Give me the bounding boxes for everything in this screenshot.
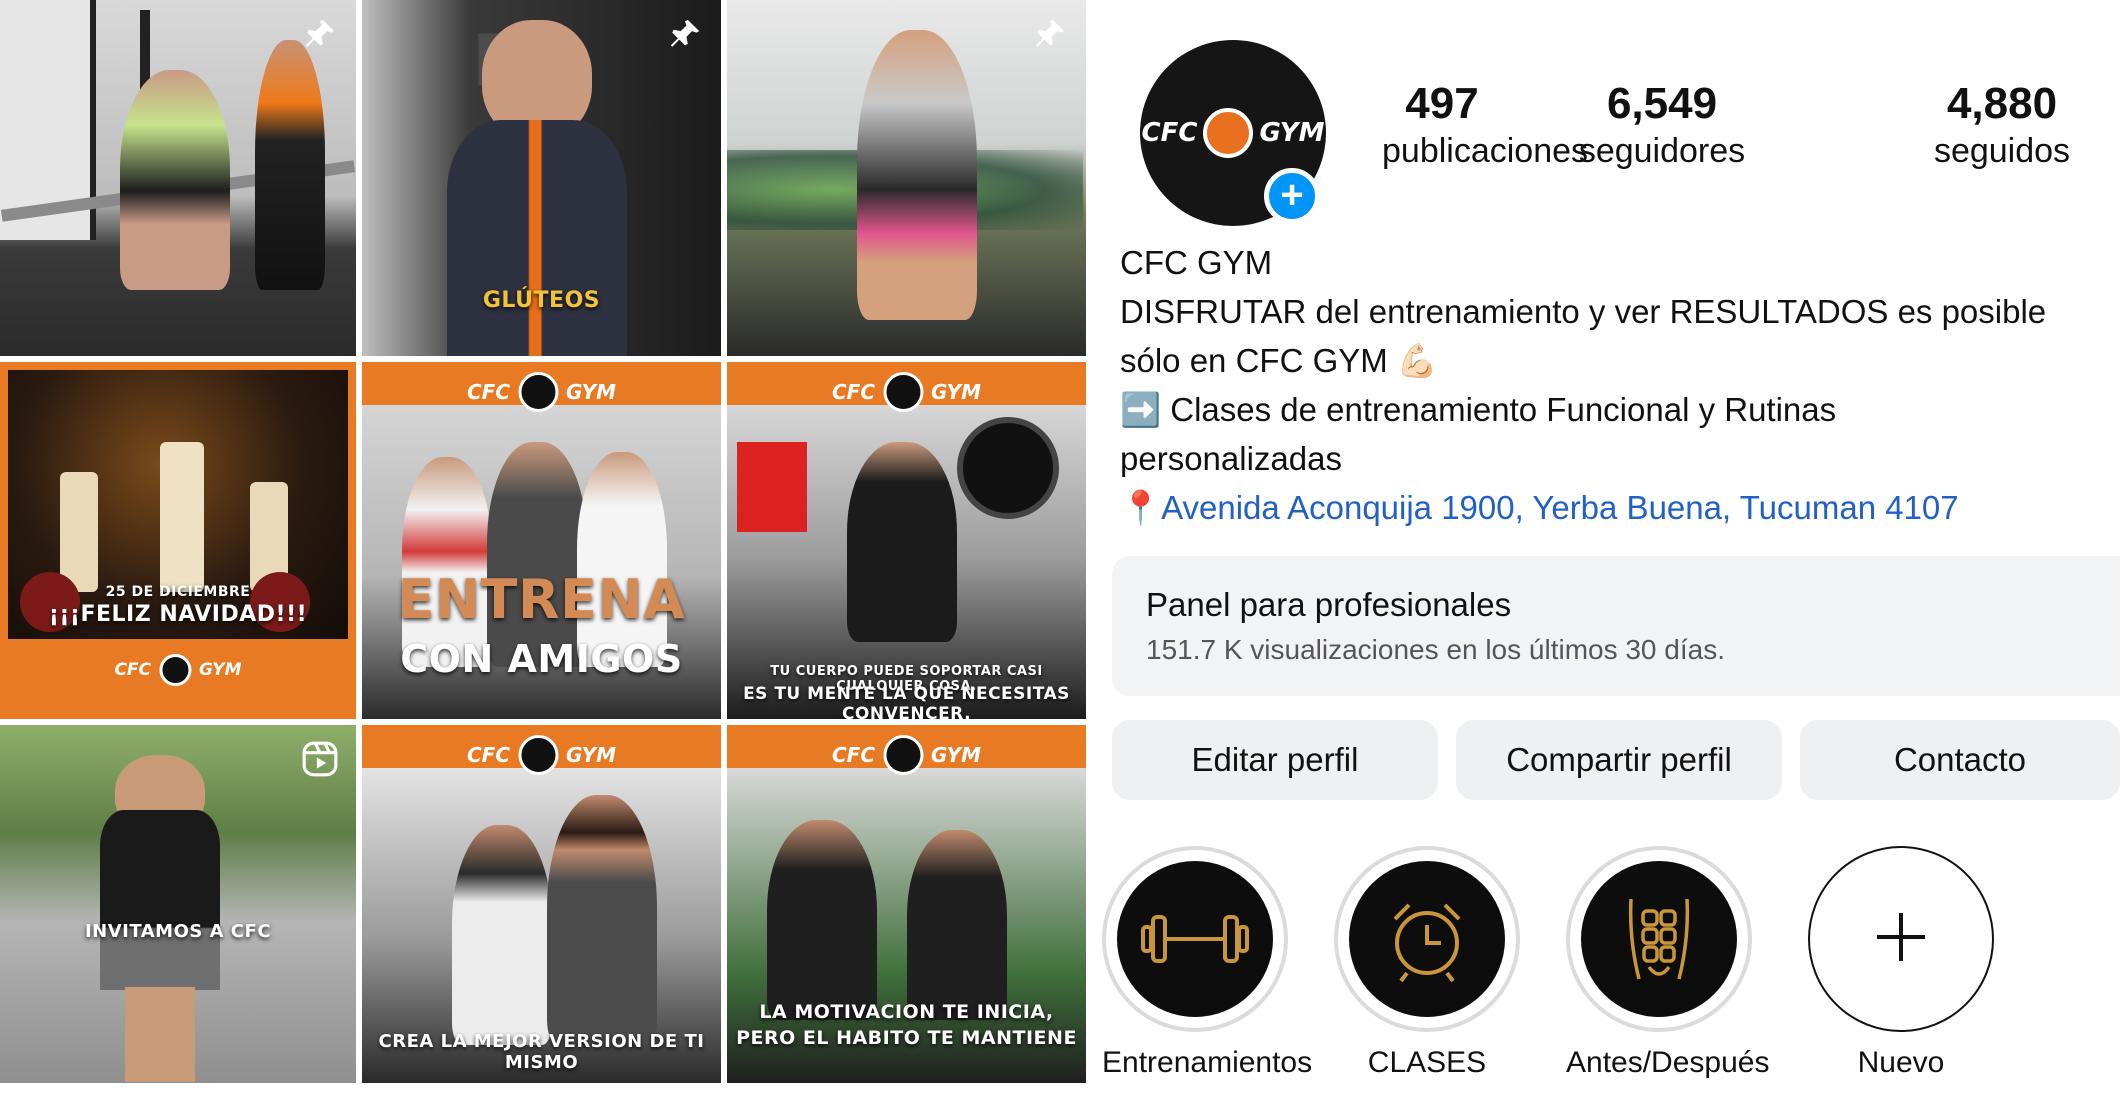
stat-posts-value: 497	[1405, 79, 1479, 128]
post-tile-3[interactable]	[727, 0, 1086, 356]
highlight-antes-despues[interactable]: Antes/Después	[1566, 846, 1770, 1080]
pin-icon	[300, 14, 340, 54]
professional-dashboard[interactable]: Panel para profesionales 151.7 K visuali…	[1112, 556, 2120, 696]
fist-icon	[1203, 108, 1254, 158]
bio: CFC GYM DISFRUTAR del entrenamiento y ve…	[1120, 238, 2110, 532]
profile-name: CFC GYM	[1120, 244, 1273, 281]
alarm-clock-icon	[1349, 861, 1505, 1017]
bio-line-1: DISFRUTAR del entrenamiento y ver RESULT…	[1120, 293, 2047, 330]
pin-location-icon: 📍	[1120, 489, 1162, 526]
bio-line-4: personalizadas	[1120, 440, 1342, 477]
post-6-logo: CFC GYM	[832, 372, 981, 412]
pin-icon	[1030, 14, 1070, 54]
post-tile-6[interactable]: CFC GYM TU CUERPO PUEDE SOPORTAR CASI CUA…	[727, 362, 1086, 719]
post-5-title: ENTRENA	[397, 568, 686, 631]
highlight-clases[interactable]: CLASES	[1334, 846, 1520, 1080]
panel-title: Panel para profesionales	[1146, 586, 1512, 623]
highlight-label: Entrenamientos	[1102, 1046, 1313, 1079]
post-8-logo: CFC GYM	[467, 735, 616, 775]
bio-line-2: sólo en CFC GYM 💪🏻	[1120, 342, 1438, 379]
add-story-icon[interactable]: +	[1264, 168, 1320, 224]
edit-profile-button[interactable]: Editar perfil	[1112, 720, 1438, 800]
post-tile-8[interactable]: CFC GYM CREA LA MEJOR VERSION DE TI MISMO	[362, 725, 721, 1083]
bio-line-3: ➡️ Clases de entrenamiento Funcional y R…	[1120, 391, 1837, 428]
profile-panel: CFC GYM + 497 publicaciones 6,549 seguid…	[1082, 0, 2120, 1093]
post-tile-4[interactable]: 25 DE DICIEMBRE ¡¡¡FELIZ NAVIDAD!!! CFC G…	[0, 362, 356, 719]
stat-posts-label: publicaciones	[1382, 132, 1589, 171]
post-4-caption: ¡¡¡FELIZ NAVIDAD!!!	[48, 602, 308, 627]
location-row[interactable]: 📍Avenida Aconquija 1900, Yerba Buena, Tu…	[1120, 483, 2110, 532]
post-5-subtitle: CON AMIGOS	[400, 637, 683, 681]
highlight-entrenamientos[interactable]: Entrenamientos	[1102, 846, 1313, 1080]
post-tile-5[interactable]: CFC GYM ENTRENA CON AMIGOS	[362, 362, 721, 719]
pin-icon	[665, 14, 705, 54]
post-4-logo: CFC GYM	[114, 654, 242, 686]
stat-followers-label: seguidores	[1578, 132, 1746, 171]
contact-button[interactable]: Contacto	[1800, 720, 2120, 800]
stat-following-value: 4,880	[1946, 79, 2058, 128]
avatar-logo-right: GYM	[1259, 118, 1325, 148]
post-9-line1: LA MOTIVACION TE INICIA,	[759, 1001, 1054, 1023]
post-2-caption: GLÚTEOS	[482, 288, 601, 313]
post-5-logo: CFC GYM	[467, 372, 616, 412]
post-tile-2[interactable]: RE GLÚTEOS	[362, 0, 721, 356]
highlight-label: Nuevo	[1857, 1046, 1945, 1079]
plus-icon	[1871, 907, 1931, 972]
stat-posts[interactable]: 497 publicaciones	[1382, 79, 1589, 171]
highlight-nuevo[interactable]: Nuevo	[1808, 846, 1994, 1080]
stat-followers-value: 6,549	[1606, 79, 1718, 128]
highlight-label: CLASES	[1367, 1046, 1487, 1079]
post-grid: RE GLÚTEOS 25 DE DICIEMBRE ¡¡¡FELIZ NAVI…	[0, 0, 1086, 1083]
panel-subtitle: 151.7 K visualizaciones en los últimos 3…	[1146, 634, 1725, 665]
post-8-caption: CREA LA MEJOR VERSION DE TI MISMO	[378, 1031, 705, 1073]
abs-icon	[1581, 861, 1737, 1017]
avatar-logo: CFC GYM	[1141, 108, 1325, 158]
post-7-caption: INVITAMOS A CFC	[84, 921, 272, 942]
location-link[interactable]: Avenida Aconquija 1900, Yerba Buena, Tuc…	[1161, 489, 1959, 526]
avatar-logo-left: CFC	[1141, 118, 1198, 148]
post-6-line2: ES TU MENTE LA QUE NECESITAS CONVENCER.	[743, 684, 1070, 719]
reel-icon	[300, 739, 340, 779]
highlight-label: Antes/Después	[1566, 1046, 1770, 1079]
post-4-date: 25 DE DICIEMBRE	[105, 584, 251, 600]
post-tile-1[interactable]	[0, 0, 356, 356]
share-profile-button[interactable]: Compartir perfil	[1456, 720, 1782, 800]
post-9-logo: CFC GYM	[832, 735, 981, 775]
post-9-line2: PERO EL HABITO TE MANTIENE	[736, 1027, 1077, 1049]
dumbbell-icon	[1117, 861, 1273, 1017]
post-tile-7[interactable]: INVITAMOS A CFC	[0, 725, 356, 1083]
stat-following-label: seguidos	[1933, 132, 2071, 171]
post-tile-9[interactable]: CFC GYM LA MOTIVACION TE INICIA, PERO EL …	[727, 725, 1086, 1083]
